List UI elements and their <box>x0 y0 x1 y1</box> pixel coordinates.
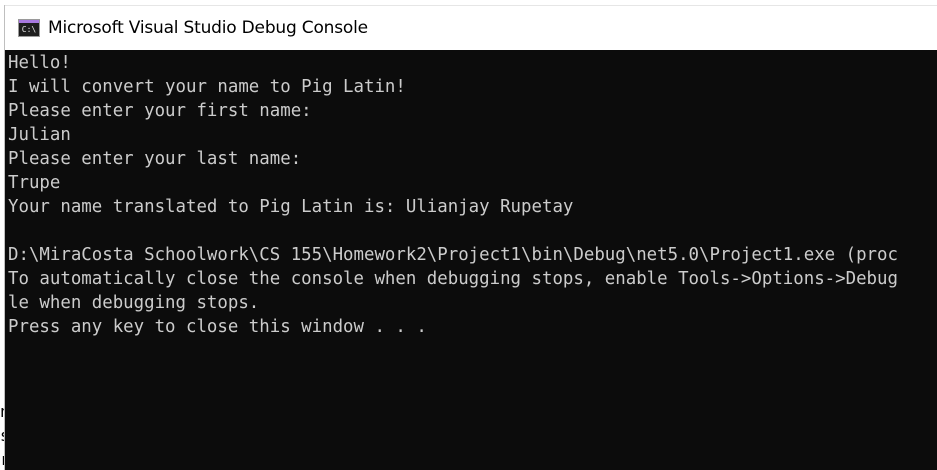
debug-console-window[interactable]: C:\ Microsoft Visual Studio Debug Consol… <box>5 5 937 470</box>
console-app-icon: C:\ <box>18 19 40 37</box>
console-line: Trupe <box>8 173 61 193</box>
console-line: D:\MiraCosta Schoolwork\CS 155\Homework2… <box>8 245 898 265</box>
console-line: Please enter your first name: <box>8 101 312 121</box>
console-output[interactable]: Hello! I will convert your name to Pig L… <box>5 50 937 339</box>
console-line: Julian <box>8 125 71 145</box>
window-title: Microsoft Visual Studio Debug Console <box>48 18 368 38</box>
console-line: Your name translated to Pig Latin is: Ul… <box>8 197 574 217</box>
console-line: Please enter your last name: <box>8 149 302 169</box>
console-line: Press any key to close this window . . . <box>8 317 427 337</box>
console-line: To automatically close the console when … <box>8 269 898 289</box>
console-line: le when debugging stops. <box>8 293 260 313</box>
title-bar[interactable]: C:\ Microsoft Visual Studio Debug Consol… <box>5 5 937 50</box>
console-line: I will convert your name to Pig Latin! <box>8 77 406 97</box>
console-line: Hello! <box>8 53 71 73</box>
